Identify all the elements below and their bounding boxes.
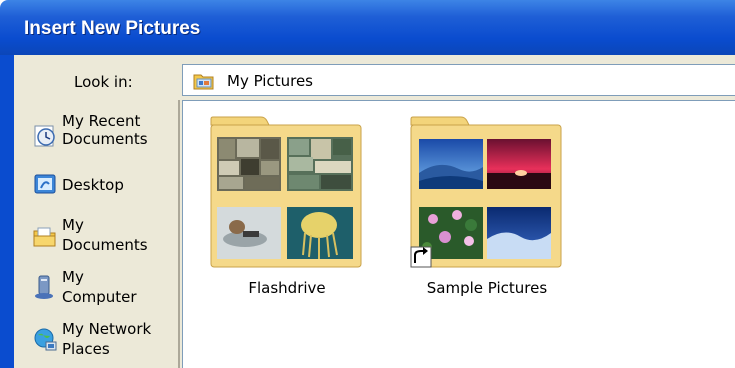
my-computer-icon bbox=[32, 274, 58, 304]
place-my-documents[interactable]: My Documents bbox=[20, 214, 170, 266]
folder-item-sample-pictures[interactable]: Sample Pictures bbox=[409, 115, 569, 315]
folder-item-flashdrive[interactable]: Flashdrive bbox=[209, 115, 369, 315]
place-my-computer[interactable]: My Computer bbox=[20, 266, 170, 318]
places-separator bbox=[178, 100, 180, 368]
place-label: Computer bbox=[62, 288, 137, 306]
look-in-label: Look in: bbox=[74, 73, 133, 91]
place-label: Desktop bbox=[62, 176, 124, 194]
place-label: My Recent bbox=[62, 112, 141, 130]
window-title: Insert New Pictures bbox=[24, 18, 201, 39]
place-label: My bbox=[62, 268, 84, 286]
folder-name: Sample Pictures bbox=[426, 279, 548, 297]
title-bar[interactable]: Insert New Pictures bbox=[0, 0, 735, 55]
my-documents-icon bbox=[32, 224, 58, 254]
place-label: Documents bbox=[62, 236, 148, 254]
look-in-value: My Pictures bbox=[227, 72, 313, 90]
place-label: Places bbox=[62, 340, 110, 358]
look-in-label-text: Look in: bbox=[74, 73, 133, 91]
folder-icon bbox=[193, 71, 215, 95]
folder-thumbnail bbox=[209, 115, 363, 271]
folder-thumbnail bbox=[409, 115, 563, 271]
place-my-recent-documents[interactable]: My Recent Documents bbox=[20, 110, 170, 162]
place-label: My bbox=[62, 216, 84, 234]
desktop-icon bbox=[32, 172, 58, 202]
place-desktop[interactable]: Desktop bbox=[20, 168, 170, 220]
look-in-dropdown[interactable]: My Pictures bbox=[182, 64, 735, 96]
window-frame-left bbox=[0, 55, 14, 368]
place-my-network-places[interactable]: My Network Places bbox=[20, 318, 170, 368]
network-places-icon bbox=[32, 326, 60, 358]
folder-name: Flashdrive bbox=[248, 279, 326, 297]
recent-documents-icon bbox=[32, 122, 58, 152]
file-list[interactable]: Flashdrive Sample Pictures bbox=[182, 100, 735, 368]
place-label: Documents bbox=[62, 130, 148, 148]
place-label: My Network bbox=[62, 320, 152, 338]
places-bar: My Recent Documents Desktop My Documents bbox=[20, 100, 170, 368]
